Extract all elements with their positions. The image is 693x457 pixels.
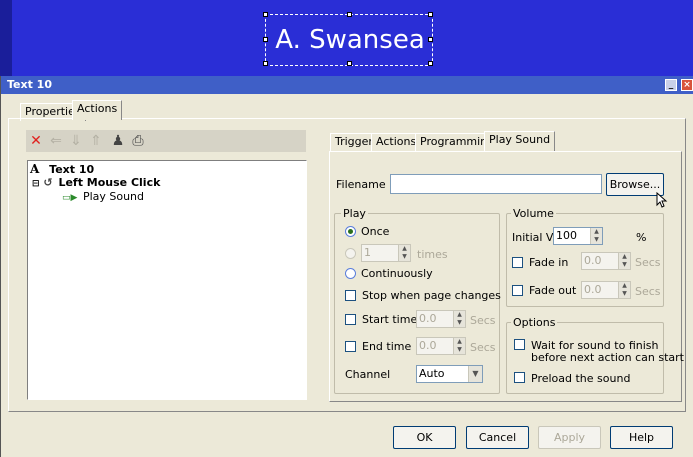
end-time-label[interactable]: End time bbox=[362, 340, 411, 353]
start-time-label[interactable]: Start time bbox=[362, 313, 417, 326]
actions-tree[interactable]: A Text 10 ⊟ ↺ Left Mouse Click ▭▶ Play S… bbox=[27, 160, 307, 400]
fade-out-secs-label: Secs bbox=[635, 285, 661, 298]
continuously-label[interactable]: Continuously bbox=[361, 267, 433, 280]
tree-action-label: Play Sound bbox=[82, 190, 145, 203]
play-group-title: Play bbox=[341, 207, 368, 220]
fade-out-label[interactable]: Fade out bbox=[529, 284, 576, 297]
text-object-selected[interactable]: A. Swansea bbox=[263, 12, 433, 66]
tab-actions-inner[interactable]: Actions bbox=[371, 133, 422, 151]
ok-button[interactable]: OK bbox=[393, 426, 456, 449]
preload-label[interactable]: Preload the sound bbox=[531, 372, 630, 385]
preload-checkbox[interactable] bbox=[514, 372, 525, 383]
wait-for-sound-label-line2[interactable]: before next action can start bbox=[531, 351, 684, 364]
minimize-icon[interactable]: _ bbox=[665, 79, 677, 91]
actions-toolbar: ✕ ⇐ ⇓ ⇑ ♟ ⎙ bbox=[26, 130, 306, 152]
spinner-arrows-icon[interactable]: ▲ ▼ bbox=[453, 311, 465, 327]
person-icon[interactable]: ♟ bbox=[110, 133, 126, 149]
end-time-secs-label: Secs bbox=[470, 341, 496, 354]
play-sound-icon: ▭▶ bbox=[62, 193, 78, 203]
mouse-cursor-icon bbox=[656, 192, 668, 208]
print-icon[interactable]: ⎙ bbox=[130, 133, 146, 149]
spinner-arrows-icon[interactable]: ▲ ▼ bbox=[590, 228, 602, 244]
resize-handle-r[interactable] bbox=[428, 37, 433, 42]
tree-item-trigger[interactable]: ⊟ ↺ Left Mouse Click bbox=[32, 176, 160, 191]
move-down-icon[interactable]: ⇓ bbox=[68, 133, 84, 149]
resize-handle-t[interactable] bbox=[347, 12, 352, 17]
wait-for-sound-checkbox[interactable] bbox=[514, 339, 525, 350]
tree-item-root[interactable]: A Text 10 bbox=[30, 162, 95, 177]
dialog-titlebar[interactable]: Text 10 _ × bbox=[1, 76, 693, 94]
text-object-label: A. Swansea bbox=[275, 25, 425, 55]
mouse-click-icon: ↺ bbox=[43, 176, 53, 189]
delete-icon[interactable]: ✕ bbox=[28, 133, 44, 149]
apply-button[interactable]: Apply bbox=[538, 426, 601, 449]
start-time-spinner[interactable]: 0.0 ▲ ▼ bbox=[416, 310, 466, 328]
end-time-value: 0.0 bbox=[419, 339, 437, 352]
times-value: 1 bbox=[364, 246, 371, 259]
resize-handle-b[interactable] bbox=[347, 61, 352, 66]
tab-play-sound[interactable]: Play Sound bbox=[484, 131, 556, 151]
move-left-icon[interactable]: ⇐ bbox=[48, 133, 64, 149]
channel-select[interactable]: Auto ▼ bbox=[416, 365, 483, 383]
dialog-title: Text 10 bbox=[7, 78, 52, 91]
initial-volume-spinner[interactable]: 100 ▲ ▼ bbox=[553, 227, 603, 245]
resize-handle-tr[interactable] bbox=[428, 12, 433, 17]
resize-handle-br[interactable] bbox=[428, 61, 433, 66]
fade-out-checkbox[interactable] bbox=[512, 285, 523, 296]
end-time-spinner[interactable]: 0.0 ▲ ▼ bbox=[416, 337, 466, 355]
once-label[interactable]: Once bbox=[361, 225, 389, 238]
options-group-title: Options bbox=[511, 316, 558, 329]
stop-on-page-change-checkbox[interactable] bbox=[345, 290, 356, 301]
filename-label: Filename bbox=[336, 178, 386, 191]
resize-handle-l[interactable] bbox=[263, 37, 268, 42]
initial-volume-value: 100 bbox=[556, 229, 577, 242]
text-A-icon: A bbox=[30, 162, 40, 176]
fade-out-value: 0.0 bbox=[584, 283, 602, 296]
stop-on-page-change-label[interactable]: Stop when page changes bbox=[362, 289, 501, 302]
end-time-checkbox[interactable] bbox=[345, 341, 356, 352]
collapse-icon[interactable]: ⊟ bbox=[32, 179, 40, 189]
close-icon[interactable]: × bbox=[681, 79, 693, 91]
resize-handle-tl[interactable] bbox=[263, 12, 268, 17]
canvas-edge bbox=[0, 0, 12, 76]
help-button[interactable]: Help bbox=[610, 426, 673, 449]
continuously-radio[interactable] bbox=[345, 268, 356, 279]
fade-out-spinner[interactable]: 0.0 ▲ ▼ bbox=[581, 281, 631, 299]
start-time-value: 0.0 bbox=[419, 312, 437, 325]
fade-in-label[interactable]: Fade in bbox=[529, 256, 568, 269]
spinner-arrows-icon[interactable]: ▲ ▼ bbox=[453, 338, 465, 354]
chevron-down-icon[interactable]: ▼ bbox=[468, 366, 482, 382]
fade-in-spinner[interactable]: 0.0 ▲ ▼ bbox=[581, 252, 631, 270]
percent-label: % bbox=[636, 231, 647, 244]
cancel-button[interactable]: Cancel bbox=[466, 426, 529, 449]
fade-in-secs-label: Secs bbox=[635, 256, 661, 269]
tree-trigger-label: Left Mouse Click bbox=[58, 176, 161, 189]
times-radio[interactable] bbox=[345, 248, 356, 259]
spinner-arrows-icon[interactable]: ▲ ▼ bbox=[398, 245, 410, 261]
tree-root-label: Text 10 bbox=[49, 163, 95, 176]
times-spinner[interactable]: 1 ▲ ▼ bbox=[361, 244, 411, 262]
spinner-arrows-icon[interactable]: ▲ ▼ bbox=[618, 282, 630, 298]
times-label: times bbox=[417, 248, 448, 261]
tab-actions[interactable]: Actions bbox=[72, 100, 123, 120]
fade-in-checkbox[interactable] bbox=[512, 257, 523, 268]
volume-group-title: Volume bbox=[511, 207, 556, 220]
start-time-secs-label: Secs bbox=[470, 314, 496, 327]
filename-input[interactable] bbox=[390, 174, 602, 194]
move-up-icon[interactable]: ⇑ bbox=[88, 133, 104, 149]
spinner-arrows-icon[interactable]: ▲ ▼ bbox=[618, 253, 630, 269]
resize-handle-bl[interactable] bbox=[263, 61, 268, 66]
fade-in-value: 0.0 bbox=[584, 254, 602, 267]
once-radio[interactable] bbox=[345, 226, 356, 237]
tree-item-action[interactable]: ▭▶ Play Sound bbox=[62, 190, 144, 205]
channel-label: Channel bbox=[345, 368, 391, 381]
page-canvas: A. Swansea bbox=[0, 0, 693, 76]
channel-value: Auto bbox=[419, 367, 445, 380]
start-time-checkbox[interactable] bbox=[345, 314, 356, 325]
